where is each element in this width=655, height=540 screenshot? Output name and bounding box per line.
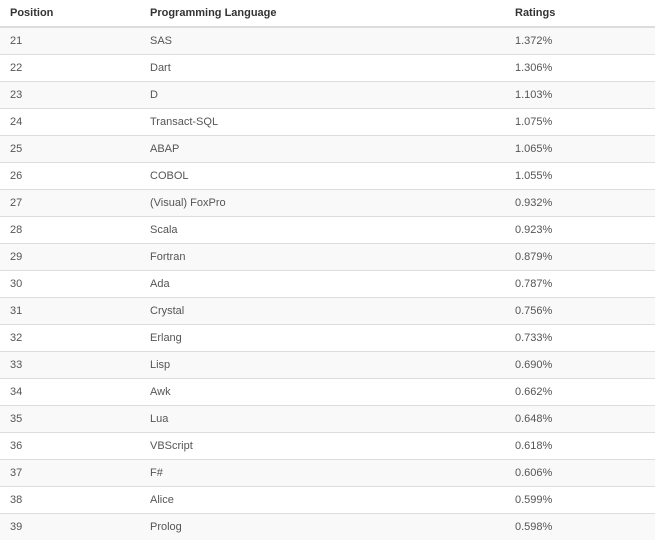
table-row: 28Scala0.923%: [0, 217, 655, 244]
table-row: 36VBScript0.618%: [0, 433, 655, 460]
cell-position: 33: [0, 352, 140, 379]
cell-ratings: 0.879%: [505, 244, 655, 271]
cell-ratings: 0.787%: [505, 271, 655, 298]
table-row: 21SAS1.372%: [0, 27, 655, 55]
cell-language: Scala: [140, 217, 505, 244]
cell-ratings: 0.932%: [505, 190, 655, 217]
table-row: 35Lua0.648%: [0, 406, 655, 433]
cell-position: 31: [0, 298, 140, 325]
table-row: 25ABAP1.065%: [0, 136, 655, 163]
cell-ratings: 1.075%: [505, 109, 655, 136]
cell-position: 25: [0, 136, 140, 163]
header-position: Position: [0, 0, 140, 27]
cell-position: 27: [0, 190, 140, 217]
cell-language: (Visual) FoxPro: [140, 190, 505, 217]
cell-position: 38: [0, 487, 140, 514]
table-row: 26COBOL1.055%: [0, 163, 655, 190]
cell-ratings: 0.606%: [505, 460, 655, 487]
table-row: 37F#0.606%: [0, 460, 655, 487]
cell-language: COBOL: [140, 163, 505, 190]
cell-language: Alice: [140, 487, 505, 514]
cell-position: 39: [0, 514, 140, 540]
table-header-row: Position Programming Language Ratings: [0, 0, 655, 27]
language-rankings-table: Position Programming Language Ratings 21…: [0, 0, 655, 540]
cell-language: VBScript: [140, 433, 505, 460]
cell-language: Lua: [140, 406, 505, 433]
header-language: Programming Language: [140, 0, 505, 27]
table-row: 29Fortran0.879%: [0, 244, 655, 271]
cell-ratings: 1.055%: [505, 163, 655, 190]
cell-position: 21: [0, 27, 140, 55]
cell-ratings: 0.599%: [505, 487, 655, 514]
cell-language: Erlang: [140, 325, 505, 352]
cell-ratings: 1.306%: [505, 55, 655, 82]
table-row: 24Transact-SQL1.075%: [0, 109, 655, 136]
table-body: 21SAS1.372%22Dart1.306%23D1.103%24Transa…: [0, 27, 655, 540]
cell-position: 37: [0, 460, 140, 487]
cell-language: Ada: [140, 271, 505, 298]
cell-position: 34: [0, 379, 140, 406]
cell-language: Awk: [140, 379, 505, 406]
cell-position: 22: [0, 55, 140, 82]
table-row: 38Alice0.599%: [0, 487, 655, 514]
cell-language: SAS: [140, 27, 505, 55]
cell-language: Transact-SQL: [140, 109, 505, 136]
cell-ratings: 1.103%: [505, 82, 655, 109]
cell-position: 30: [0, 271, 140, 298]
cell-position: 23: [0, 82, 140, 109]
table-row: 27(Visual) FoxPro0.932%: [0, 190, 655, 217]
cell-ratings: 0.690%: [505, 352, 655, 379]
cell-position: 26: [0, 163, 140, 190]
table-row: 34Awk0.662%: [0, 379, 655, 406]
table-row: 32Erlang0.733%: [0, 325, 655, 352]
cell-ratings: 0.662%: [505, 379, 655, 406]
header-ratings: Ratings: [505, 0, 655, 27]
table-row: 31Crystal0.756%: [0, 298, 655, 325]
cell-language: Lisp: [140, 352, 505, 379]
cell-ratings: 0.756%: [505, 298, 655, 325]
table-row: 23D1.103%: [0, 82, 655, 109]
cell-language: Fortran: [140, 244, 505, 271]
cell-language: Crystal: [140, 298, 505, 325]
table-row: 39Prolog0.598%: [0, 514, 655, 540]
cell-language: Prolog: [140, 514, 505, 540]
cell-language: F#: [140, 460, 505, 487]
table-row: 30Ada0.787%: [0, 271, 655, 298]
cell-position: 29: [0, 244, 140, 271]
cell-ratings: 1.372%: [505, 27, 655, 55]
cell-position: 36: [0, 433, 140, 460]
cell-ratings: 0.598%: [505, 514, 655, 540]
cell-ratings: 0.733%: [505, 325, 655, 352]
cell-position: 24: [0, 109, 140, 136]
cell-ratings: 1.065%: [505, 136, 655, 163]
cell-ratings: 0.923%: [505, 217, 655, 244]
cell-language: D: [140, 82, 505, 109]
cell-position: 32: [0, 325, 140, 352]
cell-language: Dart: [140, 55, 505, 82]
cell-language: ABAP: [140, 136, 505, 163]
table-row: 33Lisp0.690%: [0, 352, 655, 379]
table-row: 22Dart1.306%: [0, 55, 655, 82]
cell-ratings: 0.618%: [505, 433, 655, 460]
cell-ratings: 0.648%: [505, 406, 655, 433]
cell-position: 28: [0, 217, 140, 244]
cell-position: 35: [0, 406, 140, 433]
